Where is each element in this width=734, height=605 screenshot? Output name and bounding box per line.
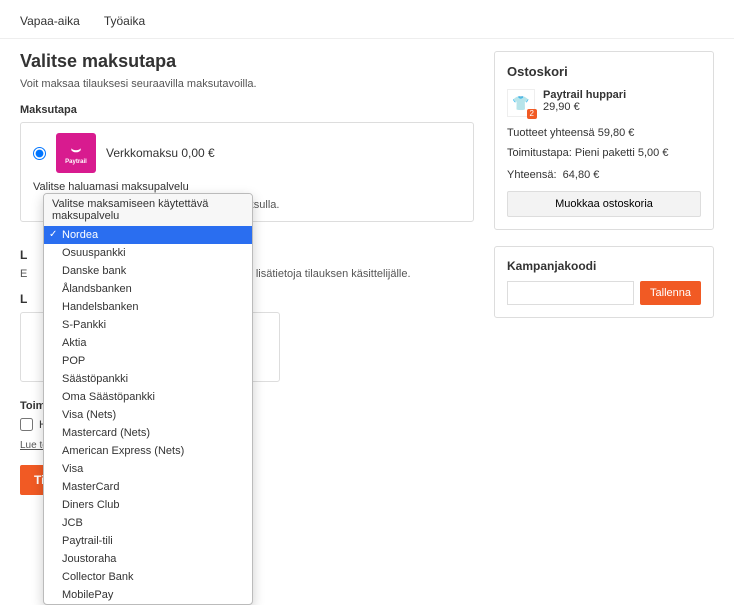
dropdown-option[interactable]: Handelsbanken — [44, 298, 252, 316]
cart-box: Ostoskori 👕 2 Paytrail huppari 29,90 € T… — [494, 51, 714, 230]
dropdown-option[interactable]: Mastercard (Nets) — [44, 424, 252, 442]
page-subtitle: Voit maksaa tilauksesi seuraavilla maksu… — [20, 78, 474, 90]
nav-tyoaika[interactable]: Työaika — [104, 14, 145, 28]
page-title: Valitse maksutapa — [20, 51, 474, 72]
cart-item-price: 29,90 € — [543, 101, 626, 113]
dropdown-option[interactable]: Osuuspankki — [44, 244, 252, 262]
dropdown-option[interactable]: POP — [44, 352, 252, 370]
dropdown-option[interactable]: Oma Säästöpankki — [44, 388, 252, 406]
nav-vapaa-aika[interactable]: Vapaa-aika — [20, 14, 80, 28]
dropdown-option[interactable]: Diners Club — [44, 496, 252, 514]
dropdown-option[interactable]: Visa (Nets) — [44, 406, 252, 424]
accept-terms-checkbox[interactable] — [20, 418, 33, 431]
promo-code-input[interactable] — [507, 281, 634, 305]
dropdown-option[interactable]: Visa — [44, 460, 252, 478]
dropdown-option[interactable]: MobilePay — [44, 586, 252, 604]
dropdown-option[interactable]: S-Pankki — [44, 316, 252, 334]
promo-title: Kampanjakoodi — [507, 259, 701, 273]
cart-total: Yhteensä: 64,80 € — [507, 169, 701, 181]
paytrail-logo-icon: ⌣ Paytrail — [56, 133, 96, 173]
payment-note: maksulla. — [233, 199, 461, 211]
payment-select-label: Valitse haluamasi maksupalvelu — [33, 181, 461, 193]
dropdown-option[interactable]: Joustoraha — [44, 550, 252, 568]
dropdown-option[interactable]: Paytrail-tili — [44, 532, 252, 550]
cart-item-row: 👕 2 Paytrail huppari 29,90 € — [507, 89, 701, 117]
payment-radio-verkkomaksu[interactable] — [33, 147, 46, 160]
cart-shipping: Toimitustapa: Pieni paketti 5,00 € — [507, 147, 701, 159]
promo-save-button[interactable]: Tallenna — [640, 281, 701, 305]
cart-subtotal: Tuotteet yhteensä 59,80 € — [507, 127, 701, 139]
dropdown-option[interactable]: American Express (Nets) — [44, 442, 252, 460]
dropdown-option[interactable]: Collector Bank — [44, 568, 252, 586]
payment-service-dropdown[interactable]: Valitse maksamiseen käytettävä maksupalv… — [43, 193, 253, 605]
payment-section-label: Maksutapa — [20, 104, 474, 116]
dropdown-option[interactable]: Aktia — [44, 334, 252, 352]
dropdown-header: Valitse maksamiseen käytettävä maksupalv… — [44, 194, 252, 226]
promo-box: Kampanjakoodi Tallenna — [494, 246, 714, 318]
dropdown-option[interactable]: Nordea — [44, 226, 252, 244]
cart-item-thumb: 👕 2 — [507, 89, 535, 117]
dropdown-option[interactable]: Ålandsbanken — [44, 280, 252, 298]
top-nav: Vapaa-aika Työaika — [0, 0, 734, 39]
dropdown-option[interactable]: MasterCard — [44, 478, 252, 496]
cart-item-name: Paytrail huppari — [543, 89, 626, 101]
dropdown-option[interactable]: Säästöpankki — [44, 370, 252, 388]
payment-method-box: ⌣ Paytrail Verkkomaksu 0,00 € Valitse ha… — [20, 122, 474, 222]
dropdown-option[interactable]: Danske bank — [44, 262, 252, 280]
modify-cart-button[interactable]: Muokkaa ostoskoria — [507, 191, 701, 217]
cart-title: Ostoskori — [507, 64, 701, 79]
payment-radio-label: Verkkomaksu 0,00 € — [106, 146, 215, 160]
cart-qty-badge: 2 — [527, 109, 537, 119]
